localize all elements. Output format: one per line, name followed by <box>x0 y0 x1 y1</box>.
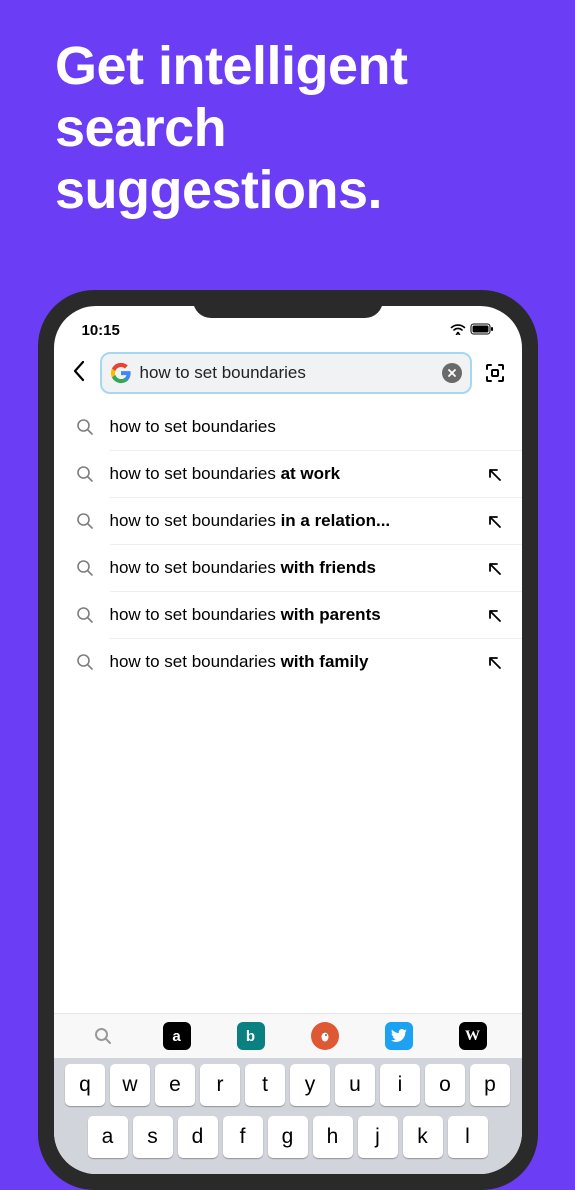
keyboard-key-f[interactable]: f <box>223 1116 263 1158</box>
google-logo-icon <box>110 362 132 384</box>
phone-frame: 10:15 how to set boundaries <box>38 290 538 1190</box>
magnifier-icon <box>76 418 94 436</box>
magnifier-icon <box>76 606 94 624</box>
shortcut-bing-icon[interactable]: b <box>237 1022 265 1050</box>
phone-screen: 10:15 how to set boundaries <box>54 306 522 1174</box>
magnifier-icon <box>76 465 94 483</box>
browser-toolbar: how to set boundaries <box>54 346 522 404</box>
keyboard-key-o[interactable]: o <box>425 1064 465 1106</box>
magnifier-icon <box>76 559 94 577</box>
keyboard-key-a[interactable]: a <box>88 1116 128 1158</box>
suggestion-item[interactable]: how to set boundaries with family <box>110 638 522 685</box>
keyboard-key-d[interactable]: d <box>178 1116 218 1158</box>
insert-arrow-icon[interactable] <box>486 465 504 483</box>
suggestion-text: how to set boundaries in a relation... <box>110 511 470 531</box>
marketing-headline: Get intelligent search suggestions. <box>0 0 575 221</box>
shortcut-duckduckgo-icon[interactable] <box>311 1022 339 1050</box>
suggestion-item[interactable]: how to set boundaries with parents <box>110 591 522 638</box>
magnifier-icon <box>76 512 94 530</box>
wifi-icon <box>450 322 466 338</box>
insert-arrow-icon[interactable] <box>486 653 504 671</box>
keyboard-key-w[interactable]: w <box>110 1064 150 1106</box>
shortcut-search-icon[interactable] <box>89 1022 117 1050</box>
keyboard-row-2: asdfghjkl <box>57 1116 519 1158</box>
keyboard-key-q[interactable]: q <box>65 1064 105 1106</box>
keyboard-key-u[interactable]: u <box>335 1064 375 1106</box>
status-time: 10:15 <box>82 322 120 339</box>
suggestion-text: how to set boundaries at work <box>110 464 470 484</box>
shortcut-twitter-icon[interactable] <box>385 1022 413 1050</box>
phone-notch <box>193 290 383 318</box>
insert-arrow-icon[interactable] <box>486 512 504 530</box>
magnifier-icon <box>76 653 94 671</box>
suggestion-item[interactable]: how to set boundaries at work <box>110 450 522 497</box>
keyboard-key-l[interactable]: l <box>448 1116 488 1158</box>
keyboard-row-1: qwertyuiop <box>57 1064 519 1106</box>
suggestion-text: how to set boundaries with parents <box>110 605 470 625</box>
keyboard-key-e[interactable]: e <box>155 1064 195 1106</box>
keyboard-key-k[interactable]: k <box>403 1116 443 1158</box>
keyboard: qwertyuiop asdfghjkl <box>54 1058 522 1174</box>
keyboard-key-g[interactable]: g <box>268 1116 308 1158</box>
suggestion-item[interactable]: how to set boundaries with friends <box>110 544 522 591</box>
keyboard-key-y[interactable]: y <box>290 1064 330 1106</box>
shortcut-amazon-icon[interactable]: a <box>163 1022 191 1050</box>
search-input[interactable]: how to set boundaries <box>100 352 472 394</box>
insert-arrow-icon[interactable] <box>486 606 504 624</box>
insert-arrow-icon[interactable] <box>486 559 504 577</box>
suggestion-item[interactable]: how to set boundaries in a relation... <box>110 497 522 544</box>
shortcut-wikipedia-icon[interactable]: W <box>459 1022 487 1050</box>
qr-scan-button[interactable] <box>482 360 508 386</box>
keyboard-key-i[interactable]: i <box>380 1064 420 1106</box>
back-button[interactable] <box>68 358 90 389</box>
status-icons <box>450 322 494 338</box>
keyboard-key-t[interactable]: t <box>245 1064 285 1106</box>
suggestion-text: how to set boundaries <box>110 417 504 437</box>
keyboard-key-p[interactable]: p <box>470 1064 510 1106</box>
battery-icon <box>470 322 494 338</box>
keyboard-key-s[interactable]: s <box>133 1116 173 1158</box>
keyboard-key-j[interactable]: j <box>358 1116 398 1158</box>
search-query-text: how to set boundaries <box>140 363 434 383</box>
suggestion-item[interactable]: how to set boundaries <box>54 404 522 450</box>
keyboard-key-h[interactable]: h <box>313 1116 353 1158</box>
search-suggestions-list: how to set boundaries how to set boundari… <box>54 404 522 1013</box>
keyboard-key-r[interactable]: r <box>200 1064 240 1106</box>
suggestion-text: how to set boundaries with friends <box>110 558 470 578</box>
clear-search-button[interactable] <box>442 363 462 383</box>
suggestion-text: how to set boundaries with family <box>110 652 470 672</box>
shortcut-bar: a b W <box>54 1013 522 1058</box>
